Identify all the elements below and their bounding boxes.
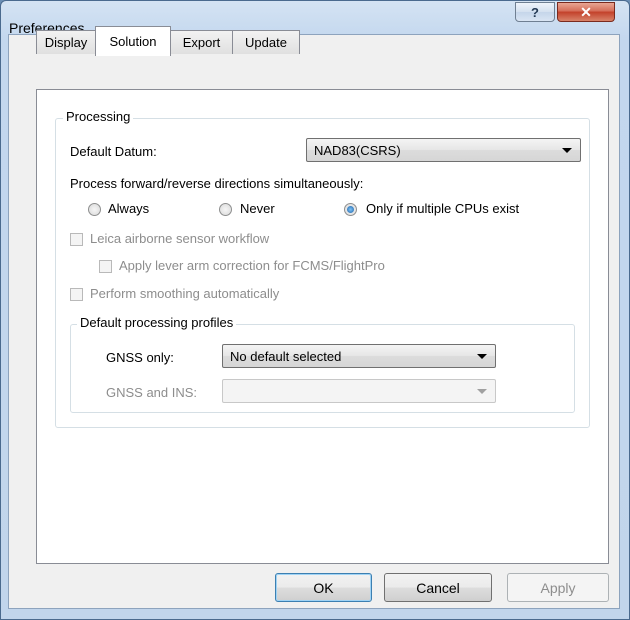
gnss-ins-label: GNSS and INS: [106, 385, 198, 400]
cancel-button-label: Cancel [416, 579, 460, 596]
apply-button[interactable]: Apply [507, 573, 609, 602]
chevron-down-icon [477, 389, 487, 394]
radio-always-label[interactable]: Always [108, 201, 149, 216]
close-button[interactable]: ✕ [557, 2, 615, 22]
processing-legend: Processing [63, 109, 134, 124]
ok-button[interactable]: OK [275, 573, 372, 602]
help-button[interactable]: ? [515, 2, 555, 22]
gnss-ins-select[interactable] [222, 379, 496, 403]
leica-workflow-checkbox[interactable] [70, 233, 83, 246]
chevron-down-icon [477, 354, 487, 359]
radio-never-label[interactable]: Never [240, 201, 275, 216]
apply-button-label: Apply [540, 579, 576, 596]
chevron-down-icon [562, 148, 572, 153]
smoothing-checkbox[interactable] [70, 288, 83, 301]
gnss-only-value: No default selected [230, 349, 342, 364]
leica-workflow-label: Leica airborne sensor workflow [90, 231, 270, 246]
tab-solution[interactable]: Solution [95, 26, 171, 56]
default-datum-label: Default Datum: [70, 144, 157, 159]
direction-label: Process forward/reverse directions simul… [70, 176, 364, 191]
radio-never[interactable] [219, 203, 232, 216]
tab-update[interactable]: Update [232, 30, 300, 54]
radio-multi-cpu-label[interactable]: Only if multiple CPUs exist [366, 201, 519, 216]
default-datum-select[interactable]: NAD83(CSRS) [306, 138, 581, 162]
radio-always[interactable] [88, 203, 101, 216]
close-icon: ✕ [580, 3, 592, 20]
gnss-only-label: GNSS only: [106, 350, 174, 365]
tab-label: Display [44, 35, 88, 50]
tab-label: Update [245, 35, 287, 50]
tab-label: Solution [109, 34, 157, 49]
lever-arm-checkbox[interactable] [99, 260, 112, 273]
lever-arm-label: Apply lever arm correction for FCMS/Flig… [119, 258, 385, 273]
help-icon: ? [531, 4, 539, 20]
default-datum-value: NAD83(CSRS) [314, 143, 401, 158]
profiles-legend: Default processing profiles [77, 315, 237, 330]
tab-label: Export [182, 35, 221, 50]
cancel-button[interactable]: Cancel [384, 573, 492, 602]
tab-export[interactable]: Export [170, 30, 233, 54]
tab-display[interactable]: Display [36, 30, 96, 54]
radio-multi-cpu[interactable] [344, 203, 357, 216]
smoothing-label: Perform smoothing automatically [90, 286, 280, 301]
gnss-only-select[interactable]: No default selected [222, 344, 496, 368]
ok-button-label: OK [313, 579, 334, 596]
